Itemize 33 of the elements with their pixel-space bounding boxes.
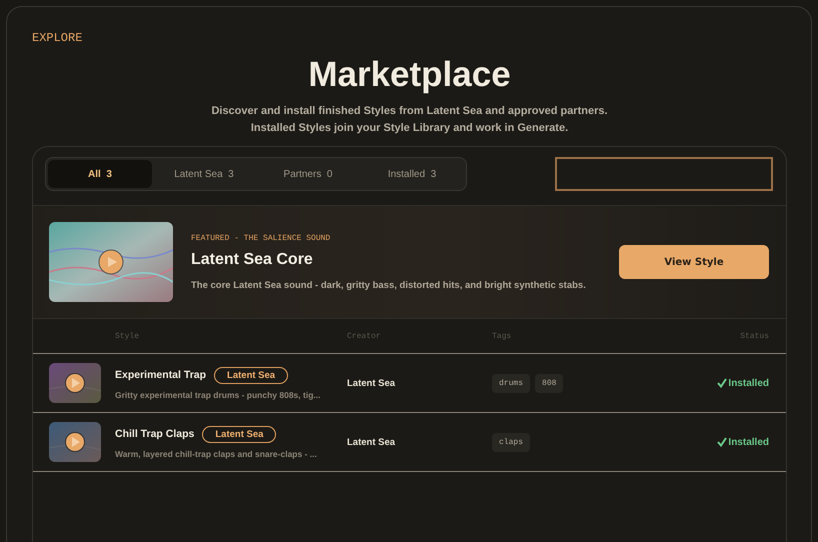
style-description: Warm, layered chill-trap claps and snare-claps - ... [115,448,318,458]
creator-badge: Latent Sea [202,426,276,442]
page-title: Marketplace [307,55,512,95]
tag-chip: 808 [535,374,564,392]
subtitle-text: Discover and install finished Styles from Latent Sea and approved partners. [210,105,609,117]
featured-title: Latent Sea Core [191,250,314,268]
checkmark-icon [717,378,728,388]
tag-chip: claps [492,432,530,452]
featured-description: The core Latent Sea sound - dark, gritty bass, distorted hits, and bright synthetic stabs. [191,280,587,290]
column-header: Creator [347,332,382,340]
featured-label: FEATURED - THE SALIENCE SOUND [191,234,332,242]
status-label: Installed [728,436,769,448]
column-header: Status [739,332,769,340]
status-label: Installed [728,378,769,388]
style-description: Gritty experimental trap drums - punchy 808s, tig... [115,390,322,400]
creator-badge: Latent Sea [214,366,288,384]
eyebrow-label: EXPLORE [32,31,84,45]
filter-tab[interactable]: All 3 [48,160,152,188]
subtitle-text: Installed Styles join your Style Library and work in Generate. [250,122,570,134]
creator-name: Latent Sea [347,436,396,448]
play-icon[interactable] [98,249,124,275]
search-field[interactable] [555,157,773,191]
filter-tab[interactable]: Installed 3 [360,160,464,188]
filter-tab[interactable]: Latent Sea 3 [152,160,256,188]
column-header: Style [115,332,140,340]
filter-tab[interactable]: Partners 0 [256,160,360,188]
checkmark-icon [717,437,728,447]
column-header: Tags [492,332,512,340]
creator-name: Latent Sea [347,378,396,388]
style-name: Experimental Trap [115,369,206,381]
view-style-button[interactable]: View Style [619,245,769,279]
tag-chip: drums [492,374,530,392]
style-name: Chill Trap Claps [115,428,194,440]
